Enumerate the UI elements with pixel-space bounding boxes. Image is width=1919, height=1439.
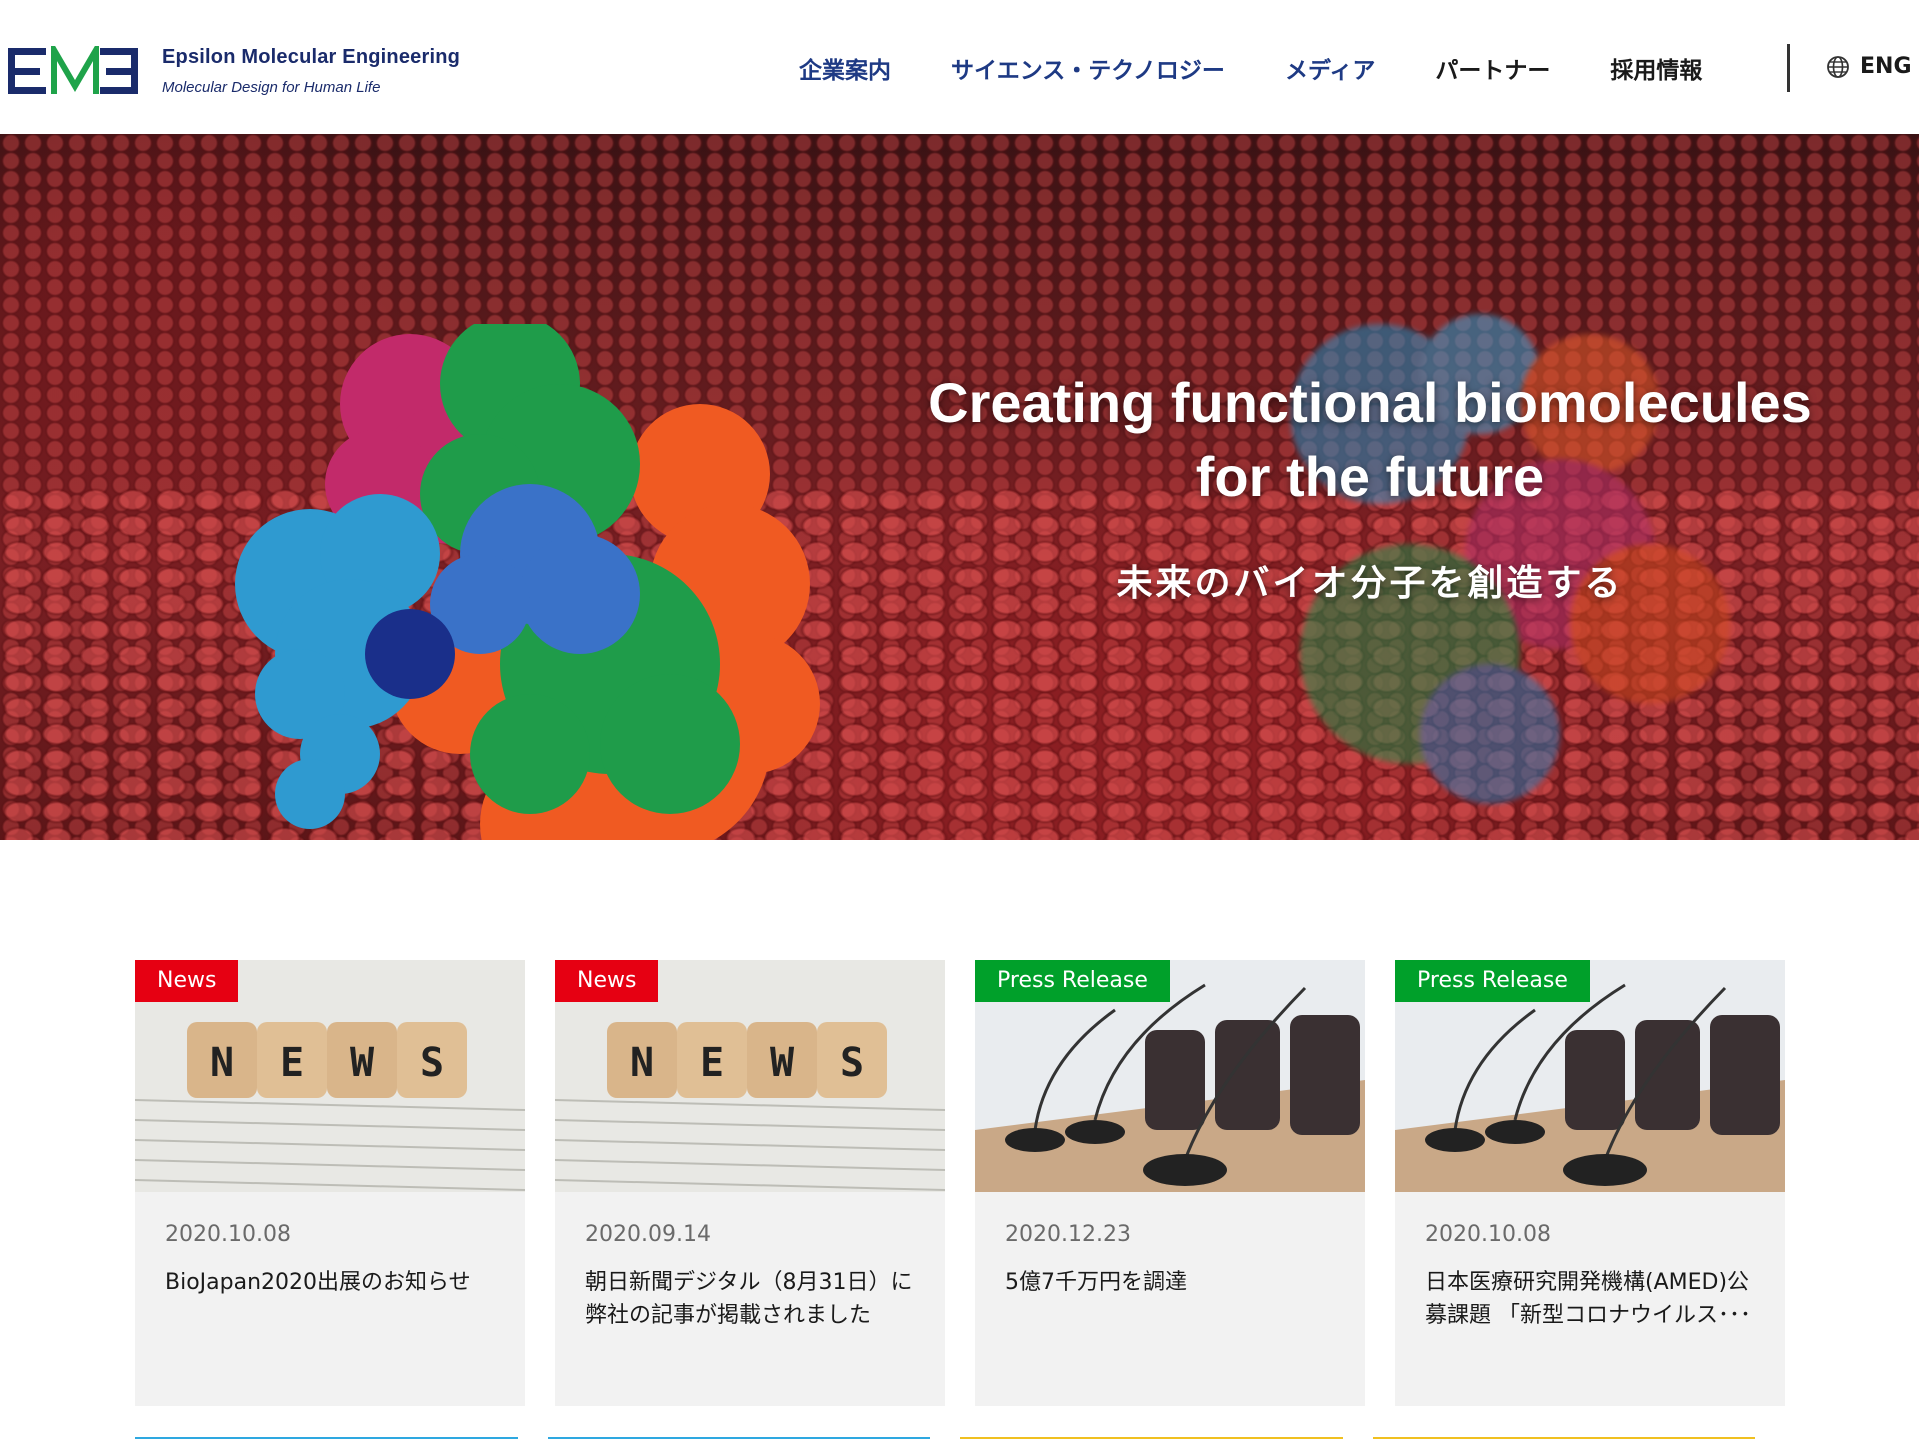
eme-logo-mark [8,46,138,94]
brand-logo[interactable]: Epsilon Molecular Engineering Molecular … [8,46,460,96]
dice-letter-e: E [280,1040,304,1086]
hero-title-line-2: for the future [1195,445,1545,508]
news-dice-thumbnail: N E W S News [135,960,525,1192]
card-category-tag: Press Release [1395,960,1590,1002]
language-label: ENG [1860,54,1912,79]
nav-divider [1787,44,1790,92]
company-tagline: Molecular Design for Human Life [162,79,381,96]
news-card[interactable]: N E W S News 2020.10.08 BioJapan2020出展のお… [135,960,525,1406]
hero-title-line-1: Creating functional biomolecules [928,371,1812,434]
dice-letter-w: W [770,1040,795,1086]
card-title: 朝日新聞デジタル（8月31日）に弊社の記事が掲載されました [585,1270,913,1328]
hero-title: Creating functional biomolecules for the… [850,366,1890,514]
dice-letter-s: S [420,1040,444,1086]
card-category-tag: Press Release [975,960,1170,1002]
dice-letter-w: W [350,1040,375,1086]
nav-item-media[interactable]: メディア [1285,51,1375,85]
card-date: 2020.09.14 [585,1222,711,1247]
card-date: 2020.10.08 [1425,1222,1551,1247]
card-category-tag: News [135,960,239,1002]
dice-letter-s: S [840,1040,864,1086]
main-nav: 企業案内 サイエンス・テクノロジー メディア パートナー 採用情報 [799,50,1762,86]
nav-item-recruit[interactable]: 採用情報 [1610,51,1702,85]
globe-icon [1827,55,1849,78]
hero-banner: Creating functional biomolecules for the… [0,134,1919,840]
card-category-tag: News [555,960,659,1002]
dice-letter-n: N [630,1040,654,1086]
language-switch[interactable]: ENG [1826,54,1912,79]
card-date: 2020.10.08 [165,1222,291,1247]
news-dice-thumbnail: N E W S News [555,960,945,1192]
protein-illustration [235,324,820,840]
news-card[interactable]: Press Release 2020.12.23 5億7千万円を調達 [975,960,1365,1406]
nav-item-company[interactable]: 企業案内 [799,51,891,85]
news-card-list: N E W S News 2020.10.08 BioJapan2020出展のお… [135,960,1815,1406]
dice-letter-e: E [700,1040,724,1086]
card-title: 5億7千万円を調達 [1005,1270,1187,1295]
news-card[interactable]: Press Release 2020.10.08 日本医療研究開発機構(AMED… [1395,960,1785,1406]
card-title: BioJapan2020出展のお知らせ [165,1270,471,1295]
dice-letter-n: N [210,1040,234,1086]
card-date: 2020.12.23 [1005,1222,1131,1247]
hero-subtitle: 未来のバイオ分子を創造する [1116,563,1624,604]
nav-item-science-technology[interactable]: サイエンス・テクノロジー [951,51,1225,85]
card-title: 日本医療研究開発機構(AMED)公募課題 「新型コロナウイルス･･･ [1425,1270,1751,1328]
nav-item-partner[interactable]: パートナー [1435,51,1550,85]
company-name: Epsilon Molecular Engineering [162,46,461,68]
site-header: Epsilon Molecular Engineering Molecular … [0,0,1919,134]
logo-text: Epsilon Molecular Engineering Molecular … [162,46,460,96]
press-microphones-thumbnail: Press Release [1395,960,1785,1192]
press-microphones-thumbnail: Press Release [975,960,1365,1192]
news-card[interactable]: N E W S News 2020.09.14 朝日新聞デジタル（8月31日）に… [555,960,945,1406]
